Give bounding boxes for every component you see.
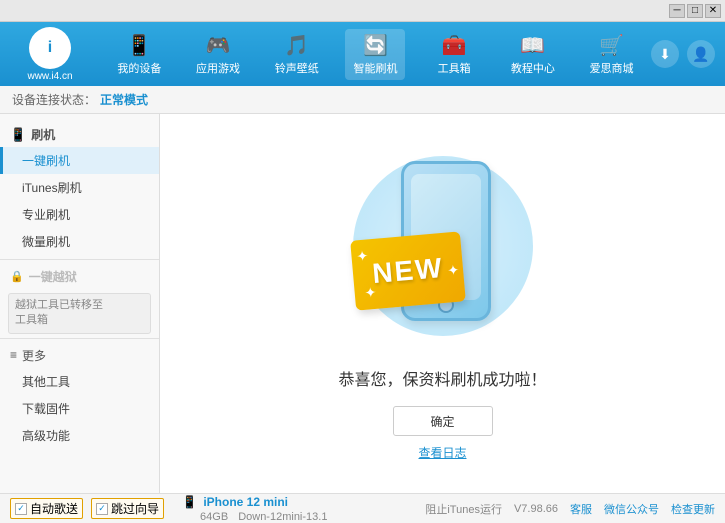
confirm-button[interactable]: 确定 bbox=[393, 406, 493, 436]
nav-label-flash: 智能刷机 bbox=[353, 60, 397, 76]
nav-label-ringtones: 铃声壁纸 bbox=[275, 60, 319, 76]
jailbreak-label: 一键越狱 bbox=[29, 268, 77, 285]
device-model: Down-12mini-13.1 bbox=[238, 511, 327, 523]
guide-check: ✓ bbox=[96, 503, 108, 515]
restore-btn[interactable]: □ bbox=[687, 4, 703, 18]
guide-checkbox[interactable]: ✓ 跳过向导 bbox=[91, 498, 164, 519]
content-area: ✦ NEW ✦ ✦ 恭喜您，保资料刷机成功啦！ 确定 查看日志 bbox=[160, 114, 725, 493]
nav-icon-tutorial: 📖 bbox=[520, 33, 545, 58]
close-btn[interactable]: ✕ bbox=[705, 4, 721, 18]
nav-icon-device: 📱 bbox=[127, 33, 152, 58]
nav-label-device: 我的设备 bbox=[117, 60, 161, 76]
success-illustration: ✦ NEW ✦ ✦ bbox=[343, 146, 543, 346]
bottom-bar: ✓ 自动歌送 ✓ 跳过向导 📱 iPhone 12 mini 64GB Down… bbox=[0, 493, 725, 523]
logo-url: www.i4.cn bbox=[27, 71, 72, 82]
nav-icon-mall: 🛒 bbox=[599, 33, 624, 58]
more-section-label: 更多 bbox=[22, 347, 46, 364]
title-bar: ─ □ ✕ bbox=[0, 0, 725, 22]
auto-connect-label: 自动歌送 bbox=[30, 500, 78, 517]
sidebar-item-itunes-flash[interactable]: iTunes刷机 bbox=[0, 174, 159, 201]
sidebar-divider-1 bbox=[0, 259, 159, 260]
user-btn[interactable]: 👤 bbox=[687, 40, 715, 68]
nav-label-mall: 爱思商城 bbox=[590, 60, 634, 76]
guide-label: 跳过向导 bbox=[111, 500, 159, 517]
nav-label-toolbox: 工具箱 bbox=[438, 60, 471, 76]
sparkle-3: ✦ bbox=[364, 284, 377, 302]
sparkle-2: ✦ bbox=[446, 262, 459, 280]
sidebar-flash-header: 📱 刷机 bbox=[0, 122, 159, 147]
check-update-link[interactable]: 检查更新 bbox=[671, 501, 715, 517]
wechat-link[interactable]: 微信公众号 bbox=[604, 501, 659, 517]
nav-icon-ringtones: 🎵 bbox=[284, 33, 309, 58]
header: i www.i4.cn 📱 我的设备 🎮 应用游戏 🎵 铃声壁纸 🔄 智能刷机 … bbox=[0, 22, 725, 86]
sidebar-item-other-tools[interactable]: 其他工具 bbox=[0, 368, 159, 395]
version-text: V7.98.66 bbox=[514, 503, 558, 515]
sidebar-item-one-key-flash[interactable]: 一键刷机 bbox=[0, 147, 159, 174]
device-icon: 📱 bbox=[182, 495, 197, 509]
sidebar-jailbreak-header: 🔒 一键越狱 bbox=[0, 264, 159, 289]
sparkle-1: ✦ bbox=[355, 247, 368, 265]
nav-bar: 📱 我的设备 🎮 应用游戏 🎵 铃声壁纸 🔄 智能刷机 🧰 工具箱 📖 教程中心… bbox=[100, 29, 651, 80]
nav-label-tutorial: 教程中心 bbox=[511, 60, 555, 76]
sidebar: 📱 刷机 一键刷机 iTunes刷机 专业刷机 微量刷机 🔒 一键越狱 越狱工具… bbox=[0, 114, 160, 493]
new-ribbon: ✦ NEW ✦ ✦ bbox=[350, 231, 466, 310]
success-title: 恭喜您，保资料刷机成功啦！ bbox=[338, 366, 546, 390]
sidebar-jailbreak-notice: 越狱工具已转移至工具箱 bbox=[8, 293, 151, 334]
sidebar-more-header: ≡ 更多 bbox=[0, 343, 159, 368]
logo[interactable]: i www.i4.cn bbox=[10, 27, 90, 82]
nav-label-apps: 应用游戏 bbox=[196, 60, 240, 76]
sidebar-item-pro-flash[interactable]: 专业刷机 bbox=[0, 201, 159, 228]
itunes-status: 阻止iTunes运行 bbox=[425, 501, 502, 517]
nav-my-device[interactable]: 📱 我的设备 bbox=[109, 29, 169, 80]
nav-tutorial[interactable]: 📖 教程中心 bbox=[503, 29, 563, 80]
nav-icon-apps: 🎮 bbox=[206, 33, 231, 58]
customer-service-link[interactable]: 客服 bbox=[570, 501, 592, 517]
bottom-left: ✓ 自动歌送 ✓ 跳过向导 📱 iPhone 12 mini 64GB Down… bbox=[10, 495, 425, 523]
nav-ringtones[interactable]: 🎵 铃声壁纸 bbox=[267, 29, 327, 80]
sidebar-item-advanced[interactable]: 高级功能 bbox=[0, 422, 159, 449]
flash-section-label: 刷机 bbox=[31, 126, 55, 143]
nav-toolbox[interactable]: 🧰 工具箱 bbox=[424, 29, 484, 80]
minimize-btn[interactable]: ─ bbox=[669, 4, 685, 18]
device-storage: 64GB bbox=[200, 511, 228, 523]
sidebar-divider-2 bbox=[0, 338, 159, 339]
nav-icon-toolbox: 🧰 bbox=[442, 33, 467, 58]
bottom-right: 阻止iTunes运行 V7.98.66 客服 微信公众号 检查更新 bbox=[425, 501, 715, 517]
goto-today-link[interactable]: 查看日志 bbox=[418, 444, 466, 461]
new-text: NEW bbox=[371, 252, 445, 290]
nav-mall[interactable]: 🛒 爱思商城 bbox=[582, 29, 642, 80]
status-value: 正常模式 bbox=[100, 91, 148, 108]
nav-apps-games[interactable]: 🎮 应用游戏 bbox=[188, 29, 248, 80]
device-info: 📱 iPhone 12 mini 64GB Down-12mini-13.1 bbox=[182, 495, 327, 523]
auto-connect-check: ✓ bbox=[15, 503, 27, 515]
sidebar-item-micro-flash[interactable]: 微量刷机 bbox=[0, 228, 159, 255]
nav-smart-flash[interactable]: 🔄 智能刷机 bbox=[345, 29, 405, 80]
auto-connect-checkbox[interactable]: ✓ 自动歌送 bbox=[10, 498, 83, 519]
status-label: 设备连接状态： bbox=[12, 91, 96, 108]
device-name: iPhone 12 mini bbox=[203, 495, 288, 509]
header-right: ⬇ 👤 bbox=[651, 40, 715, 68]
logo-circle: i bbox=[29, 27, 71, 69]
flash-section-icon: 📱 bbox=[10, 127, 26, 143]
main-layout: 📱 刷机 一键刷机 iTunes刷机 专业刷机 微量刷机 🔒 一键越狱 越狱工具… bbox=[0, 114, 725, 493]
status-bar: 设备连接状态： 正常模式 bbox=[0, 86, 725, 114]
nav-icon-flash: 🔄 bbox=[363, 33, 388, 58]
sidebar-item-download-firmware[interactable]: 下载固件 bbox=[0, 395, 159, 422]
more-section-icon: ≡ bbox=[10, 348, 17, 362]
download-btn[interactable]: ⬇ bbox=[651, 40, 679, 68]
